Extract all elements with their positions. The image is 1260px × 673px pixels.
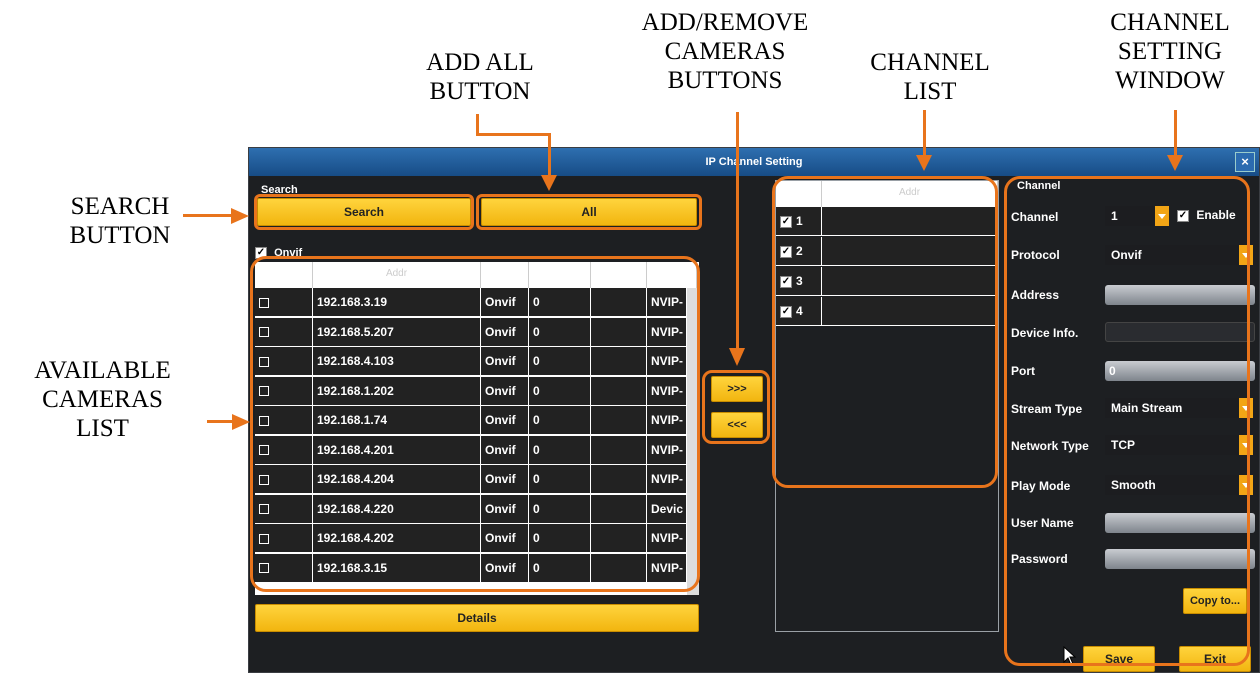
- annotation-line: CHANNEL: [1110, 9, 1230, 36]
- annotation-line: WINDOW: [1115, 67, 1225, 94]
- arrow-add-all-v2: [548, 133, 551, 175]
- annotation-line: SETTING: [1117, 38, 1223, 65]
- arrow-add-remove-head: [729, 348, 745, 366]
- annotation-line: AVAILABLE: [34, 357, 171, 384]
- arrow-channel-setting: [1174, 110, 1177, 156]
- annotation-channel-list: CHANNEL LIST: [840, 48, 1020, 106]
- annotation-line: LIST: [903, 78, 957, 105]
- highlight-channel-list: [772, 176, 998, 488]
- annotation-available: AVAILABLE CAMERAS LIST: [0, 356, 205, 443]
- highlight-cameras-list: [250, 256, 700, 592]
- highlight-channel-setting: [1004, 176, 1250, 666]
- arrow-search-head: [231, 208, 249, 224]
- title-bar: IP Channel Setting ×: [249, 148, 1259, 176]
- details-button[interactable]: Details: [255, 604, 699, 632]
- arrow-channel-setting-head: [1167, 155, 1183, 171]
- arrow-channel-list-head: [916, 155, 932, 171]
- annotation-add-all: ADD ALL BUTTON: [395, 48, 565, 106]
- arrow-available-head: [232, 414, 250, 430]
- arrow-channel-list: [923, 110, 926, 156]
- annotation-add-remove: ADD/REMOVE CAMERAS BUTTONS: [600, 8, 850, 95]
- highlight-move-buttons: [702, 370, 770, 444]
- annotation-line: BUTTON: [69, 222, 171, 249]
- annotation-channel-setting: CHANNEL SETTING WINDOW: [1080, 8, 1260, 95]
- annotation-line: BUTTON: [429, 78, 531, 105]
- annotation-line: LIST: [76, 415, 129, 442]
- window-title: IP Channel Setting: [705, 156, 803, 168]
- annotation-line: ADD ALL: [426, 49, 534, 76]
- annotation-line: CAMERAS: [664, 38, 786, 65]
- arrow-add-all-h: [476, 133, 551, 136]
- arrow-add-all-head: [541, 175, 557, 191]
- close-button[interactable]: ×: [1235, 152, 1255, 172]
- arrow-add-remove: [736, 112, 739, 350]
- highlight-search: [254, 194, 474, 230]
- annotation-line: CHANNEL: [870, 49, 990, 76]
- annotation-line: BUTTONS: [667, 67, 783, 94]
- annotation-line: ADD/REMOVE: [641, 9, 809, 36]
- highlight-add-all: [476, 194, 702, 230]
- annotation-search: SEARCH BUTTON: [40, 192, 200, 250]
- annotation-line: CAMERAS: [42, 386, 163, 413]
- arrow-search: [183, 214, 231, 217]
- arrow-available: [207, 420, 235, 423]
- close-icon: ×: [1241, 154, 1249, 169]
- annotation-line: SEARCH: [70, 193, 170, 220]
